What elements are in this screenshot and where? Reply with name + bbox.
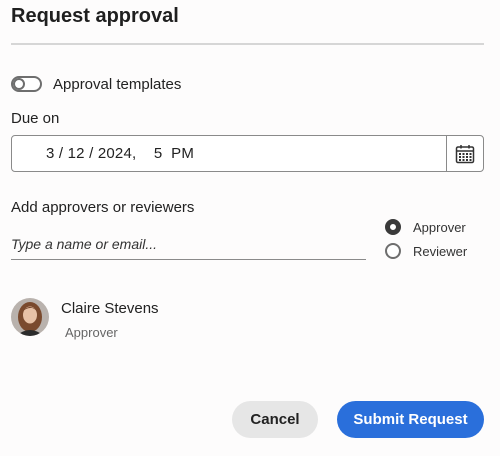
toggle-knob bbox=[13, 78, 25, 90]
dialog-title: Request approval bbox=[11, 5, 179, 27]
title-divider bbox=[11, 43, 484, 45]
approver-radio-label: Approver bbox=[413, 219, 466, 235]
cancel-button[interactable]: Cancel bbox=[232, 401, 318, 438]
avatar bbox=[11, 298, 49, 336]
approval-templates-label: Approval templates bbox=[53, 75, 182, 93]
due-date-value[interactable]: 3 / 12 / 2024, 5 PM bbox=[12, 136, 446, 171]
approver-radio[interactable] bbox=[385, 219, 401, 235]
user-name: Claire Stevens bbox=[61, 300, 159, 317]
due-date-field[interactable]: 3 / 12 / 2024, 5 PM bbox=[11, 135, 484, 172]
approver-search-input[interactable] bbox=[11, 228, 366, 260]
submit-request-button[interactable]: Submit Request bbox=[337, 401, 484, 438]
approval-templates-toggle[interactable] bbox=[11, 76, 42, 92]
user-role: Approver bbox=[65, 325, 118, 340]
reviewer-radio[interactable] bbox=[385, 243, 401, 259]
role-option-reviewer[interactable]: Reviewer bbox=[385, 242, 467, 260]
due-on-label: Due on bbox=[11, 110, 60, 127]
calendar-icon bbox=[455, 144, 475, 163]
selected-user: Claire Stevens Approver bbox=[11, 298, 159, 340]
reviewer-radio-label: Reviewer bbox=[413, 243, 468, 259]
calendar-button[interactable] bbox=[446, 136, 483, 171]
approval-templates-row: Approval templates bbox=[11, 74, 181, 94]
add-approvers-label: Add approvers or reviewers bbox=[11, 199, 195, 216]
role-radio-group: Approver Reviewer bbox=[385, 218, 467, 266]
user-photo-icon bbox=[11, 298, 49, 336]
role-option-approver[interactable]: Approver bbox=[385, 218, 467, 236]
